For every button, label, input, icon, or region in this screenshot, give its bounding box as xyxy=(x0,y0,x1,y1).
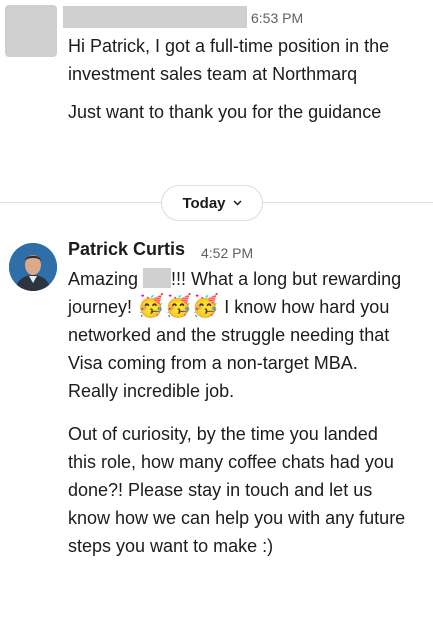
message-body: Hi Patrick, I got a full-time position i… xyxy=(68,32,428,126)
avatar[interactable] xyxy=(5,5,57,57)
message-body: Amazing !!! What a long but rewarding jo… xyxy=(68,265,408,560)
party-face-emoji[interactable]: 🥳🥳🥳 xyxy=(137,293,219,318)
author-name[interactable]: Patrick Curtis xyxy=(68,239,185,260)
avatar[interactable] xyxy=(9,243,57,291)
message-timestamp[interactable]: 6:53 PM xyxy=(251,10,303,26)
day-divider-button[interactable]: Today xyxy=(161,185,263,221)
sender-name-redacted xyxy=(63,6,247,28)
chevron-down-icon xyxy=(233,198,242,209)
message-paragraph: Hi Patrick, I got a full-time position i… xyxy=(68,36,390,84)
message-timestamp[interactable]: 4:52 PM xyxy=(201,245,253,261)
message-item: 6:53 PM Hi Patrick, I got a full-time po… xyxy=(0,0,433,170)
redacted-name xyxy=(143,268,172,288)
message-paragraph: Just want to thank you for the guidance xyxy=(68,102,382,122)
message-paragraph: Amazing !!! What a long but rewarding jo… xyxy=(68,265,408,405)
text-span: Amazing xyxy=(68,269,144,289)
day-divider-label: Today xyxy=(182,194,226,212)
message-paragraph: Out of curiosity, by the time you landed… xyxy=(68,424,406,556)
